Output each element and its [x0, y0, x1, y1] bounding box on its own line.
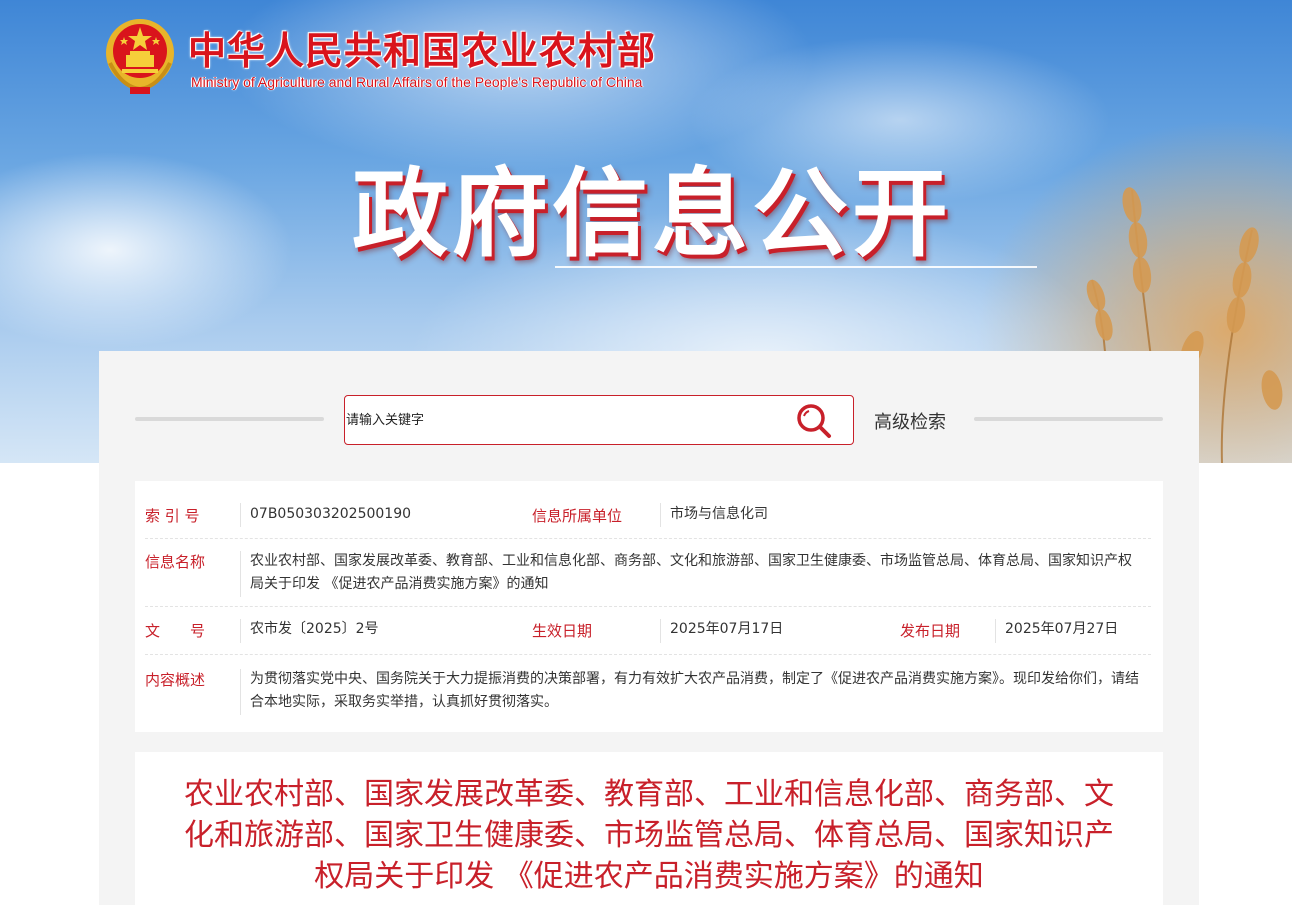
- search-icon: [797, 404, 831, 438]
- info-row-docno: 文 号 农市发〔2025〕2号 生效日期 2025年07月17日 发布日期 20…: [145, 606, 1151, 655]
- section-title: 政府信息公开: [352, 158, 952, 270]
- docno-value: 农市发〔2025〕2号: [250, 621, 379, 637]
- search-box: [344, 395, 854, 445]
- separator: [240, 551, 241, 597]
- docno-label: 文 号: [145, 622, 206, 640]
- summary-label: 内容概述: [145, 671, 206, 689]
- publish-value: 2025年07月27日: [1005, 621, 1119, 637]
- effective-label: 生效日期: [532, 622, 593, 640]
- info-table: 索 引 号 07B050303202500190 信息所属单位 市场与信息化司 …: [135, 481, 1163, 732]
- national-emblem-icon: [106, 19, 174, 94]
- index-value: 07B050303202500190: [250, 506, 412, 522]
- effective-value: 2025年07月17日: [670, 621, 784, 637]
- name-label: 信息名称: [145, 553, 206, 571]
- publish-label: 发布日期: [900, 622, 961, 640]
- info-row-name: 信息名称 农业农村部、国家发展改革委、教育部、工业和信息化部、商务部、文化和旅游…: [145, 538, 1151, 607]
- index-label: 索 引 号: [145, 507, 200, 525]
- advanced-search-link[interactable]: 高级检索: [874, 408, 946, 434]
- search-divider-right: [974, 417, 1163, 421]
- separator: [240, 669, 241, 715]
- main-panel: 高级检索 索 引 号 07B050303202500190 信息所属单位 市场与…: [99, 351, 1199, 905]
- title-underline: [555, 266, 1037, 268]
- info-row-summary: 内容概述 为贯彻落实党中央、国务院关于大力提振消费的决策部署，有力有效扩大农产品…: [145, 654, 1151, 724]
- ministry-name-en: Ministry of Agriculture and Rural Affair…: [191, 74, 643, 90]
- summary-value: 为贯彻落实党中央、国务院关于大力提振消费的决策部署，有力有效扩大农产品消费，制定…: [250, 671, 1139, 710]
- unit-label: 信息所属单位: [532, 507, 623, 525]
- separator: [660, 619, 661, 643]
- ministry-name-cn: 中华人民共和国农业农村部: [188, 28, 657, 73]
- separator: [660, 503, 661, 527]
- name-value: 农业农村部、国家发展改革委、教育部、工业和信息化部、商务部、文化和旅游部、国家卫…: [250, 553, 1132, 592]
- unit-value: 市场与信息化司: [670, 506, 768, 522]
- separator: [240, 619, 241, 643]
- search-divider-left: [135, 417, 324, 421]
- search-bar: 高级检索: [99, 395, 1199, 447]
- info-row-index: 索 引 号 07B050303202500190 信息所属单位 市场与信息化司: [145, 481, 1151, 539]
- article-title: 农业农村部、国家发展改革委、教育部、工业和信息化部、商务部、文化和旅游部、国家卫…: [184, 777, 1114, 894]
- article-body: 农业农村部、国家发展改革委、教育部、工业和信息化部、商务部、文化和旅游部、国家卫…: [135, 752, 1163, 905]
- separator: [995, 619, 996, 643]
- search-button[interactable]: [795, 402, 833, 440]
- search-input[interactable]: [345, 396, 786, 444]
- separator: [240, 503, 241, 527]
